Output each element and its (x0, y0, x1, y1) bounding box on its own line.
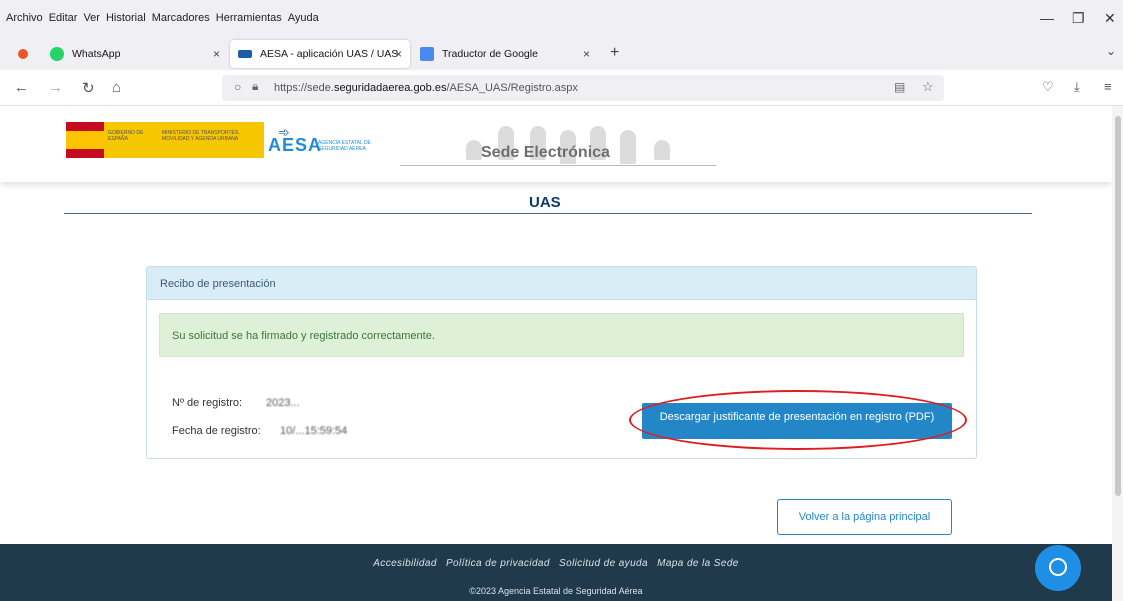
tab-label: WhatsApp (72, 48, 121, 60)
scrollbar-thumb[interactable] (1115, 116, 1121, 496)
tab-close-icon[interactable]: × (395, 47, 402, 61)
sede-electronica-banner: Sede Electrónica (400, 126, 716, 166)
page-title: UAS (529, 194, 561, 211)
footer-links: Accesibilidad Política de privacidad Sol… (0, 558, 1112, 569)
menu-editar[interactable]: Editar (49, 12, 78, 24)
site-header: GOBIERNO DE ESPAÑA MINISTERIO DE TRANSPO… (0, 106, 1112, 182)
tab-close-icon[interactable]: × (583, 47, 590, 61)
aesa-favicon-icon (238, 50, 252, 58)
reload-icon[interactable]: ↻ (82, 79, 95, 97)
fecha-label: Fecha de registro: (172, 425, 261, 437)
aesa-subtitle: AGENCIA ESTATAL DE SEGURIDAD AÉREA (318, 140, 371, 152)
menu-ayuda[interactable]: Ayuda (288, 12, 319, 24)
menu-herramientas[interactable]: Herramientas (216, 12, 282, 24)
footer-link-mapa[interactable]: Mapa de la Sede (657, 558, 739, 569)
shield-icon[interactable]: ○ (234, 80, 241, 94)
annotation-circle (629, 390, 967, 450)
chat-bubble-icon[interactable] (1035, 545, 1081, 591)
success-alert: Su solicitud se ha firmado y registrado … (159, 313, 964, 357)
url-prefix: https://sede. (274, 82, 334, 94)
url-domain: seguridadaerea.gob.es (333, 82, 447, 94)
firefox-icon[interactable] (18, 49, 28, 59)
new-tab-icon[interactable]: + (610, 44, 619, 62)
url-path: /AESA_UAS/Registro.aspx (446, 82, 578, 94)
home-icon[interactable]: ⌂ (112, 79, 121, 96)
nav-bar: ← → ↻ ⌂ ○ 🔒︎ https://sede. seguridadaerea… (0, 70, 1123, 106)
fecha-value: 10/...15:59:54 (280, 425, 348, 437)
footer-link-privacidad[interactable]: Política de privacidad (446, 558, 550, 569)
registro-label: Nº de registro: (172, 397, 243, 409)
menu-bar: Archivo Editar Ver Historial Marcadores … (0, 0, 1123, 36)
tab-list-chevron-icon[interactable]: ⌄ (1106, 44, 1116, 58)
minimize-icon[interactable]: — (1040, 10, 1054, 26)
tab-whatsapp[interactable]: WhatsApp × (42, 40, 228, 68)
page-scrollbar[interactable] (1112, 106, 1123, 601)
menu-historial[interactable]: Historial (106, 12, 146, 24)
people-silhouette-icon (466, 140, 482, 160)
tab-label: AESA - aplicación UAS / UAS w (260, 48, 400, 60)
menu-archivo[interactable]: Archivo (6, 12, 43, 24)
copyright: ©2023 Agencia Estatal de Seguridad Aérea (469, 586, 643, 596)
spain-coat-of-arms-logo (66, 122, 104, 158)
close-window-icon[interactable]: ✕ (1104, 10, 1116, 27)
menu-ver[interactable]: Ver (83, 12, 100, 24)
gov-text: GOBIERNO DE ESPAÑA (108, 130, 144, 142)
panel-title: Recibo de presentación (147, 267, 976, 300)
ministry-text: MINISTERIO DE TRANSPORTES, MOVILIDAD Y A… (162, 130, 240, 142)
government-logo: GOBIERNO DE ESPAÑA MINISTERIO DE TRANSPO… (104, 122, 264, 158)
restore-icon[interactable]: ❐ (1072, 10, 1085, 27)
hamburger-menu-icon[interactable]: ≡ (1104, 79, 1112, 94)
footer-link-accesibilidad[interactable]: Accesibilidad (373, 558, 437, 569)
site-footer: Accesibilidad Política de privacidad Sol… (0, 544, 1112, 601)
translate-icon (420, 47, 434, 61)
tab-label: Traductor de Google (442, 48, 538, 60)
people-silhouette-icon (654, 140, 670, 160)
footer-link-ayuda[interactable]: Solicitud de ayuda (559, 558, 648, 569)
download-icon[interactable]: ⤓ (1074, 79, 1080, 95)
aesa-logo[interactable]: ➾ AESA AGENCIA ESTATAL DE SEGURIDAD AÉRE… (268, 124, 378, 160)
registro-value: 2023... (266, 397, 300, 409)
tab-close-icon[interactable]: × (213, 47, 220, 61)
back-arrow-icon[interactable]: ← (14, 79, 29, 96)
back-to-home-button[interactable]: Volver a la página principal (777, 499, 952, 535)
tab-translate[interactable]: Traductor de Google × (412, 40, 598, 68)
tab-bar: WhatsApp × AESA - aplicación UAS / UAS w… (0, 36, 1123, 70)
reader-view-icon[interactable]: ▤ (894, 80, 905, 94)
tab-aesa[interactable]: AESA - aplicación UAS / UAS w × (230, 40, 410, 68)
menu-list: Archivo Editar Ver Historial Marcadores … (6, 12, 319, 24)
aesa-wordmark: AESA (268, 135, 323, 155)
people-silhouette-icon (620, 130, 636, 164)
url-bar[interactable]: ○ 🔒︎ https://sede. seguridadaerea.gob.es /… (222, 75, 944, 101)
sede-label: Sede Electrónica (481, 144, 610, 161)
page-content: GOBIERNO DE ESPAÑA MINISTERIO DE TRANSPO… (0, 106, 1112, 601)
bookmark-star-icon[interactable]: ☆ (922, 79, 934, 95)
lock-icon[interactable]: 🔒︎ (252, 79, 258, 94)
menu-marcadores[interactable]: Marcadores (152, 12, 210, 24)
forward-arrow-icon[interactable]: → (48, 79, 63, 96)
receipt-panel: Recibo de presentación Su solicitud se h… (146, 266, 977, 459)
whatsapp-icon (50, 47, 64, 61)
pocket-icon[interactable]: ♡ (1042, 79, 1054, 95)
title-divider (64, 213, 1032, 214)
